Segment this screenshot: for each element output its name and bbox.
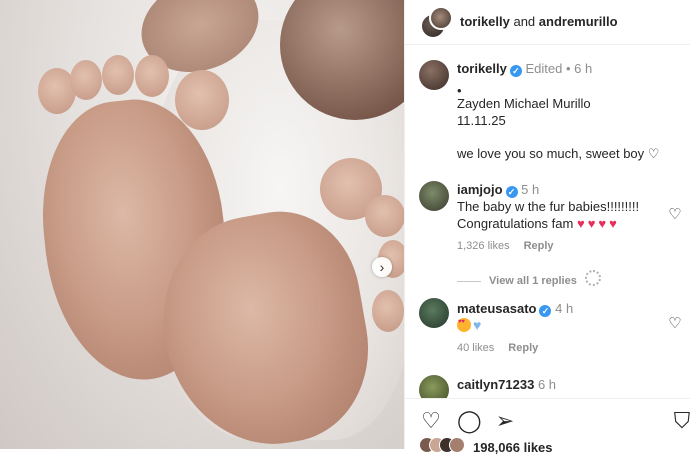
comment-likes[interactable]: 1,326 likes	[457, 240, 510, 252]
view-replies-button[interactable]: View all 1 replies	[457, 270, 601, 287]
caption-line: 11.11.25	[457, 113, 506, 128]
comment-like-heart-icon[interactable]: ♡	[668, 207, 682, 222]
toe	[135, 55, 169, 97]
next-arrow-icon[interactable]: ›	[372, 257, 392, 277]
caption-time[interactable]: 6 h	[574, 61, 592, 76]
blue-heart-emoji-icon: ♥	[473, 317, 482, 333]
comment-text-line: Congratulations fam	[457, 216, 574, 231]
avatar[interactable]	[419, 298, 449, 328]
comment-time[interactable]: 5 h	[521, 182, 539, 197]
comment-text: The baby w the fur babies!!!!!!!!!	[457, 199, 640, 214]
verified-badge-icon: ✓	[509, 65, 522, 77]
post-image: ›	[0, 0, 404, 449]
verified-badge-icon: ✓	[505, 186, 518, 198]
author-link[interactable]: andremurillo	[539, 14, 618, 29]
comment-like-heart-icon[interactable]: ♡	[668, 316, 682, 331]
comment-likes[interactable]: 40 likes	[457, 342, 494, 354]
toe	[70, 60, 102, 100]
heart-eyes-emoji-icon	[457, 318, 471, 332]
toe	[372, 290, 404, 332]
edited-label: Edited	[525, 61, 563, 76]
comment-meta: 1,326 likes Reply	[457, 240, 568, 252]
avatar	[449, 437, 465, 453]
toe	[102, 55, 134, 95]
avatar[interactable]	[419, 181, 449, 211]
comment-text: ♥	[457, 317, 481, 333]
caption-line: we love you so much, sweet boy ♡	[457, 146, 660, 161]
caption-header: torikelly ✓ Edited • 6 h	[457, 61, 592, 77]
reply-button[interactable]: Reply	[508, 342, 538, 354]
post-side-panel: torikelly and andremurillo torikelly ✓ Ed…	[404, 0, 690, 455]
toe	[175, 70, 229, 130]
share-paper-plane-icon[interactable]: ➢	[493, 409, 517, 433]
view-replies-label: View all 1 replies	[489, 275, 577, 287]
divider	[457, 280, 481, 282]
toe	[365, 195, 404, 237]
like-heart-icon[interactable]: ♡	[419, 409, 443, 433]
meta-dot: •	[565, 61, 571, 76]
comment-bubble-icon[interactable]: ◯	[457, 409, 482, 433]
avatar[interactable]	[429, 6, 453, 30]
comment-username[interactable]: caitlyn71233	[457, 377, 534, 392]
post-authors: torikelly and andremurillo	[460, 14, 618, 29]
comment-username[interactable]: iamjojo	[457, 182, 503, 197]
comment-header: caitlyn71233 6 h	[457, 377, 556, 392]
author-link[interactable]: torikelly	[460, 14, 510, 29]
and-text: and	[509, 14, 539, 29]
comment-header: mateusasato ✓ 4 h	[457, 301, 573, 317]
likes-count[interactable]: 198,066 likes	[473, 440, 553, 455]
comment-meta: 40 likes Reply	[457, 342, 552, 354]
verified-badge-icon: ✓	[539, 305, 552, 317]
post-header: torikelly and andremurillo	[405, 0, 690, 45]
loading-spinner-icon	[584, 270, 601, 286]
next-glyph: ›	[379, 259, 385, 275]
caption-username[interactable]: torikelly	[457, 61, 507, 76]
caption-line: Zayden Michael Murillo	[457, 96, 591, 111]
comment-time[interactable]: 6 h	[538, 377, 556, 392]
avatar[interactable]	[419, 60, 449, 90]
comment-header: iamjojo ✓ 5 h	[457, 182, 539, 198]
comment-username[interactable]: mateusasato	[457, 301, 536, 316]
comment-text: Congratulations fam ♥♥♥♥	[457, 216, 620, 231]
bookmark-icon[interactable]: ⛉	[670, 409, 690, 433]
comment-time[interactable]: 4 h	[555, 301, 573, 316]
heart-emojis-icon: ♥♥♥♥	[576, 216, 620, 231]
reply-button[interactable]: Reply	[524, 240, 554, 252]
